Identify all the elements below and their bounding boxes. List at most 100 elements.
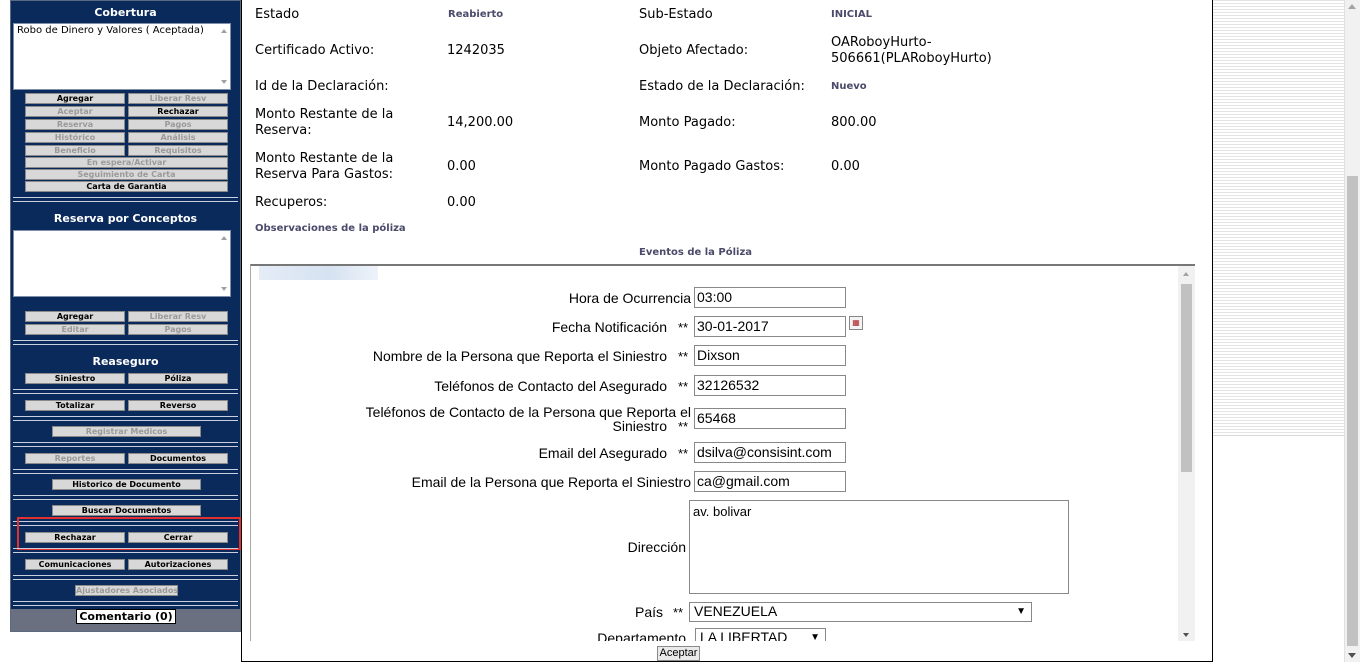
monto-gastos-value: 0.00 <box>447 159 476 174</box>
documentos-button[interactable]: Documentos <box>128 453 228 464</box>
poliza-button[interactable]: Póliza <box>128 373 228 384</box>
comunicaciones-button[interactable]: Comunicaciones <box>25 559 125 570</box>
pais-required: ** <box>673 605 684 620</box>
comentario-button[interactable]: Comentario (0) <box>76 609 176 624</box>
reportes-button[interactable]: Reportes <box>25 453 125 464</box>
separator <box>13 416 238 421</box>
reserva-conceptos-list[interactable] <box>13 230 231 297</box>
subestado-label: Sub-Estado <box>639 7 713 22</box>
estado-declaracion-label: Estado de la Declaración: <box>639 79 805 94</box>
tel-asegurado-input[interactable]: 32126532 <box>694 375 846 396</box>
highlight-box <box>17 517 241 550</box>
liberar-resv-button[interactable]: Liberar Resv <box>128 93 228 104</box>
email-persona-label: Email de la Persona que Reporta el Sinie… <box>411 474 691 490</box>
separator <box>13 469 238 474</box>
estado-declaracion-value: Nuevo <box>831 81 867 92</box>
page-scrollbar[interactable] <box>1344 0 1360 662</box>
registrar-medicos-button[interactable]: Registrar Medicos <box>52 426 201 437</box>
separator <box>13 340 238 345</box>
pais-select[interactable]: VENEZUELA ▼ <box>689 602 1032 622</box>
pagos-concepto-button[interactable]: Pagos <box>128 324 228 335</box>
pais-select-value: VENEZUELA <box>694 603 778 619</box>
monto-pagado-value: 800.00 <box>831 115 877 130</box>
aceptar-button[interactable]: Aceptar <box>657 646 700 661</box>
requisitos-button[interactable]: Requisitos <box>128 145 228 156</box>
email-asegurado-required: ** <box>678 446 689 461</box>
historico-documento-button[interactable]: Historico de Documento <box>52 479 201 490</box>
departamento-select[interactable]: LA LIBERTAD ▼ <box>695 628 826 641</box>
tel-persona-label-2: Siniestro <box>612 418 667 434</box>
blurred-header <box>259 266 378 280</box>
liberar-resv-concepto-button[interactable]: Liberar Resv <box>128 311 228 322</box>
ajustadores-asociados-button[interactable]: Ajustadores Asociados <box>75 585 178 596</box>
monto-restante-label-1: Monto Restante de la <box>255 107 394 122</box>
siniestro-button[interactable]: Siniestro <box>25 373 125 384</box>
cobertura-list[interactable]: Robo de Dinero y Valores ( Aceptada) <box>13 23 231 90</box>
separator <box>13 442 238 447</box>
recuperos-value: 0.00 <box>447 195 476 210</box>
reserva-button[interactable]: Reserva <box>25 119 125 130</box>
calendar-icon[interactable]: ▦ <box>849 316 863 330</box>
tel-persona-input[interactable]: 65468 <box>694 408 846 429</box>
editar-concepto-button[interactable]: Editar <box>25 324 125 335</box>
chevron-down-icon: ▼ <box>810 632 820 641</box>
fecha-label: Fecha Notificación <box>551 319 667 335</box>
hora-label: Hora de Ocurrencia <box>568 290 691 306</box>
monto-gastos-label-1: Monto Restante de la <box>255 151 394 166</box>
objeto-label: Objeto Afectado: <box>639 43 749 58</box>
id-declaracion-label: Id de la Declaración: <box>255 79 389 94</box>
separator <box>13 601 238 606</box>
hora-input[interactable]: 03:00 <box>694 287 846 308</box>
form-scrollbar[interactable] <box>1178 266 1195 641</box>
background-divider <box>1213 435 1344 436</box>
monto-pagado-label: Monto Pagado: <box>639 115 736 130</box>
nombre-input[interactable]: Dixson <box>694 345 846 366</box>
analisis-button[interactable]: Análisis <box>128 132 228 143</box>
nombre-required: ** <box>678 349 689 364</box>
sidebar: Cobertura Robo de Dinero y Valores ( Ace… <box>10 0 241 632</box>
aceptar-cobertura-button[interactable]: Aceptar <box>25 106 125 117</box>
reaseguro-title: Reaseguro <box>92 355 159 368</box>
monto-pagado-gastos-label: Monto Pagado Gastos: <box>639 159 785 174</box>
objeto-value-line2: 506661(PLARoboyHurto) <box>831 51 992 66</box>
seguimiento-carta-button[interactable]: Seguimiento de Carta <box>25 169 228 180</box>
totalizar-button[interactable]: Totalizar <box>25 400 125 411</box>
nombre-label: Nombre de la Persona que Reporta el Sini… <box>372 348 667 364</box>
reserva-list-scrollbar[interactable] <box>218 231 230 296</box>
buscar-documentos-button[interactable]: Buscar Documentos <box>52 505 201 516</box>
cobertura-list-item[interactable]: Robo de Dinero y Valores ( Aceptada) <box>17 25 227 36</box>
monto-pagado-gastos-value: 0.00 <box>831 159 860 174</box>
en-espera-button[interactable]: En espera/Activar <box>25 157 228 168</box>
chevron-down-icon: ▼ <box>1016 606 1026 617</box>
pagos-button[interactable]: Pagos <box>128 119 228 130</box>
beneficio-button[interactable]: Beneficio <box>25 145 125 156</box>
recuperos-label: Recuperos: <box>255 195 328 210</box>
reverso-button[interactable]: Reverso <box>128 400 228 411</box>
eventos-title: Eventos de la Póliza <box>639 247 753 258</box>
departamento-select-value: LA LIBERTAD <box>700 629 788 641</box>
fecha-input[interactable]: 30-01-2017 <box>694 316 846 337</box>
autorizaciones-button[interactable]: Autorizaciones <box>128 559 228 570</box>
departamento-label: Departamento <box>597 630 686 642</box>
estado-value: Reabierto <box>448 9 504 20</box>
cobertura-list-scrollbar[interactable] <box>218 24 230 89</box>
direccion-label: Dirección <box>627 539 686 555</box>
background-pattern <box>1213 0 1344 435</box>
email-asegurado-label: Email del Asegurado <box>538 445 667 461</box>
direccion-textarea[interactable]: av. bolivar <box>689 500 1069 594</box>
agregar-concepto-button[interactable]: Agregar <box>25 311 125 322</box>
eventos-form-frame: Hora de Ocurrencia 03:00 Fecha Notificac… <box>250 264 1195 641</box>
historico-button[interactable]: Histórico <box>25 132 125 143</box>
agregar-button[interactable]: Agregar <box>25 93 125 104</box>
carta-garantia-button[interactable]: Carta de Garantia <box>25 181 228 192</box>
certificado-label: Certificado Activo: <box>255 43 375 58</box>
separator <box>13 575 238 580</box>
rechazar-cobertura-button[interactable]: Rechazar <box>128 106 228 117</box>
separator <box>13 389 238 394</box>
email-persona-input[interactable]: ca@gmail.com <box>694 471 846 492</box>
monto-restante-value: 14,200.00 <box>447 115 514 130</box>
main-panel: Estado Reabierto Sub-Estado INICIAL Cert… <box>241 0 1213 662</box>
email-asegurado-input[interactable]: dsilva@consisint.com <box>694 442 846 463</box>
observaciones-link[interactable]: Observaciones de la póliza <box>255 223 406 234</box>
objeto-value-line1: OARoboyHurto- <box>831 35 932 50</box>
